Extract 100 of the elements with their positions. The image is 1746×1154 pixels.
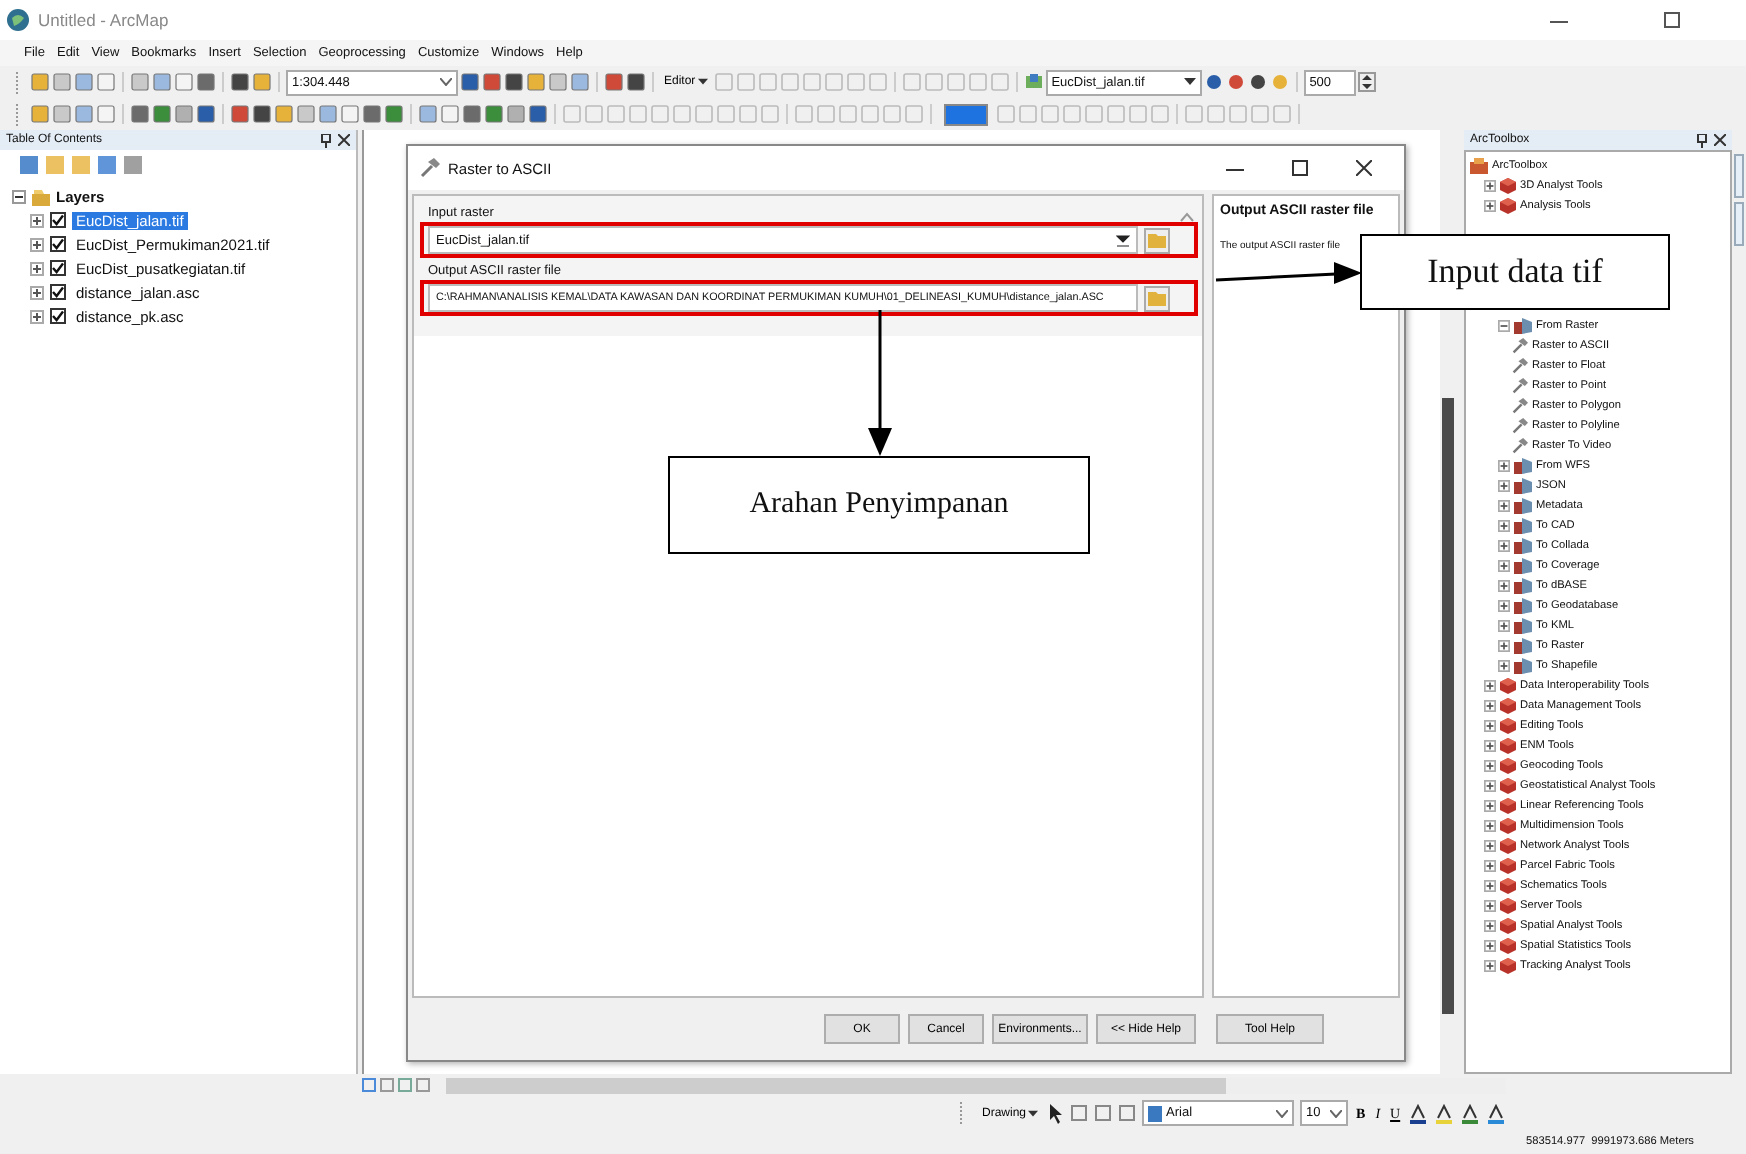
folder-icon — [1148, 232, 1166, 248]
font-icon — [1148, 1105, 1163, 1121]
toolset-icon — [1514, 658, 1532, 674]
expand-icon[interactable] — [30, 213, 44, 227]
hammer-icon — [1512, 358, 1528, 374]
toolbox-icon — [1500, 818, 1516, 834]
toolset-icon — [1514, 618, 1532, 634]
checkbox[interactable] — [50, 236, 66, 252]
expand-icon[interactable] — [30, 309, 44, 323]
tool-icon[interactable] — [1203, 72, 1224, 92]
expand-icon[interactable] — [1484, 200, 1496, 212]
expand-icon[interactable] — [1484, 920, 1496, 932]
expand-icon[interactable] — [1484, 900, 1496, 912]
expand-icon[interactable] — [1484, 880, 1496, 892]
toolbox-icon — [1500, 198, 1516, 214]
expand-icon[interactable] — [1484, 960, 1496, 972]
collapse-icon[interactable] — [12, 189, 26, 203]
pin-icon[interactable] — [1696, 133, 1708, 147]
color-picker-icon[interactable] — [1460, 1103, 1481, 1123]
color-picker-icon[interactable] — [1408, 1103, 1429, 1123]
tool-icon[interactable] — [1247, 72, 1268, 92]
expand-icon[interactable] — [1484, 180, 1496, 192]
expand-icon[interactable] — [1484, 860, 1496, 872]
hammer-icon — [1512, 338, 1528, 354]
expand-icon[interactable] — [1484, 680, 1496, 692]
pin-icon[interactable] — [320, 133, 332, 147]
toolbox-icon — [1500, 898, 1516, 914]
toolset-icon — [1514, 578, 1532, 594]
expand-icon[interactable] — [1498, 620, 1510, 632]
color-picker-icon[interactable] — [1486, 1103, 1507, 1123]
expand-icon[interactable] — [1484, 800, 1496, 812]
expand-icon[interactable] — [1498, 660, 1510, 672]
color-picker-icon[interactable] — [1434, 1103, 1455, 1123]
expand-icon[interactable] — [1498, 480, 1510, 492]
expand-icon[interactable] — [1484, 940, 1496, 952]
expand-icon[interactable] — [30, 261, 44, 275]
hammer-icon — [1512, 418, 1528, 434]
toolbox-icon — [1500, 698, 1516, 714]
folder-icon — [1148, 290, 1166, 306]
spin-icon[interactable] — [1357, 72, 1376, 92]
expand-icon[interactable] — [1484, 840, 1496, 852]
expand-icon[interactable] — [1498, 580, 1510, 592]
hammer-icon — [420, 158, 440, 178]
callout: Arahan Penyimpanan — [668, 456, 1090, 554]
caret-icon — [1028, 1109, 1039, 1117]
caret-icon — [1330, 1109, 1343, 1117]
expand-icon[interactable] — [1484, 720, 1496, 732]
toolbox-icon — [1500, 758, 1516, 774]
hammer-icon — [1512, 398, 1528, 414]
browse-button[interactable] — [1144, 227, 1170, 253]
expand-icon[interactable] — [30, 237, 44, 251]
toolbox-icon — [1500, 678, 1516, 694]
side-tab-icon[interactable] — [1734, 202, 1744, 246]
expand-icon[interactable] — [30, 285, 44, 299]
toolset-icon — [1514, 458, 1532, 474]
close-icon[interactable] — [1356, 160, 1372, 176]
checkbox[interactable] — [50, 284, 66, 300]
toolset-icon — [1514, 478, 1532, 494]
toolset-icon — [1514, 498, 1532, 514]
expand-icon[interactable] — [1484, 700, 1496, 712]
pointer-icon[interactable] — [1048, 1103, 1065, 1123]
toolbox-icon — [1500, 838, 1516, 854]
browse-button[interactable] — [1144, 285, 1170, 311]
expand-icon[interactable] — [1498, 500, 1510, 512]
close-icon[interactable] — [338, 134, 350, 146]
toolbox-icon — [1500, 718, 1516, 734]
transparency-field[interactable] — [944, 103, 988, 125]
expand-icon[interactable] — [1498, 560, 1510, 572]
expand-icon[interactable] — [1498, 600, 1510, 612]
caret-icon — [440, 78, 452, 86]
toolset-icon — [1514, 598, 1532, 614]
toolset-icon — [1514, 558, 1532, 574]
expand-icon[interactable] — [1498, 520, 1510, 532]
expand-icon[interactable] — [1484, 760, 1496, 772]
toolset-icon — [1514, 518, 1532, 534]
expand-icon[interactable] — [1498, 540, 1510, 552]
expand-icon[interactable] — [1484, 780, 1496, 792]
window-title: Untitled - ArcMap — [38, 10, 169, 30]
app-logo-icon — [6, 8, 30, 32]
expand-icon[interactable] — [1498, 460, 1510, 472]
caret-icon — [1276, 1109, 1289, 1117]
toolset-icon — [1514, 538, 1532, 554]
checkbox[interactable] — [50, 260, 66, 276]
maximize-icon[interactable] — [1292, 160, 1308, 176]
scroll-up-icon[interactable] — [1180, 212, 1194, 222]
checkbox[interactable] — [50, 212, 66, 228]
toolbox-icon — [1500, 958, 1516, 974]
close-icon[interactable] — [1714, 134, 1726, 146]
caret-icon — [697, 78, 708, 86]
expand-icon[interactable] — [1498, 640, 1510, 652]
hammer-icon — [1512, 438, 1528, 454]
maximize-icon[interactable] — [1664, 12, 1680, 28]
tool-icon[interactable] — [1225, 72, 1246, 92]
toolbox-icon — [1500, 858, 1516, 874]
toolset-icon — [1514, 638, 1532, 654]
toolbox-icon — [1500, 938, 1516, 954]
checkbox[interactable] — [50, 308, 66, 324]
callout: Input data tif — [1360, 234, 1670, 310]
expand-icon[interactable] — [1484, 820, 1496, 832]
expand-icon[interactable] — [1484, 740, 1496, 752]
